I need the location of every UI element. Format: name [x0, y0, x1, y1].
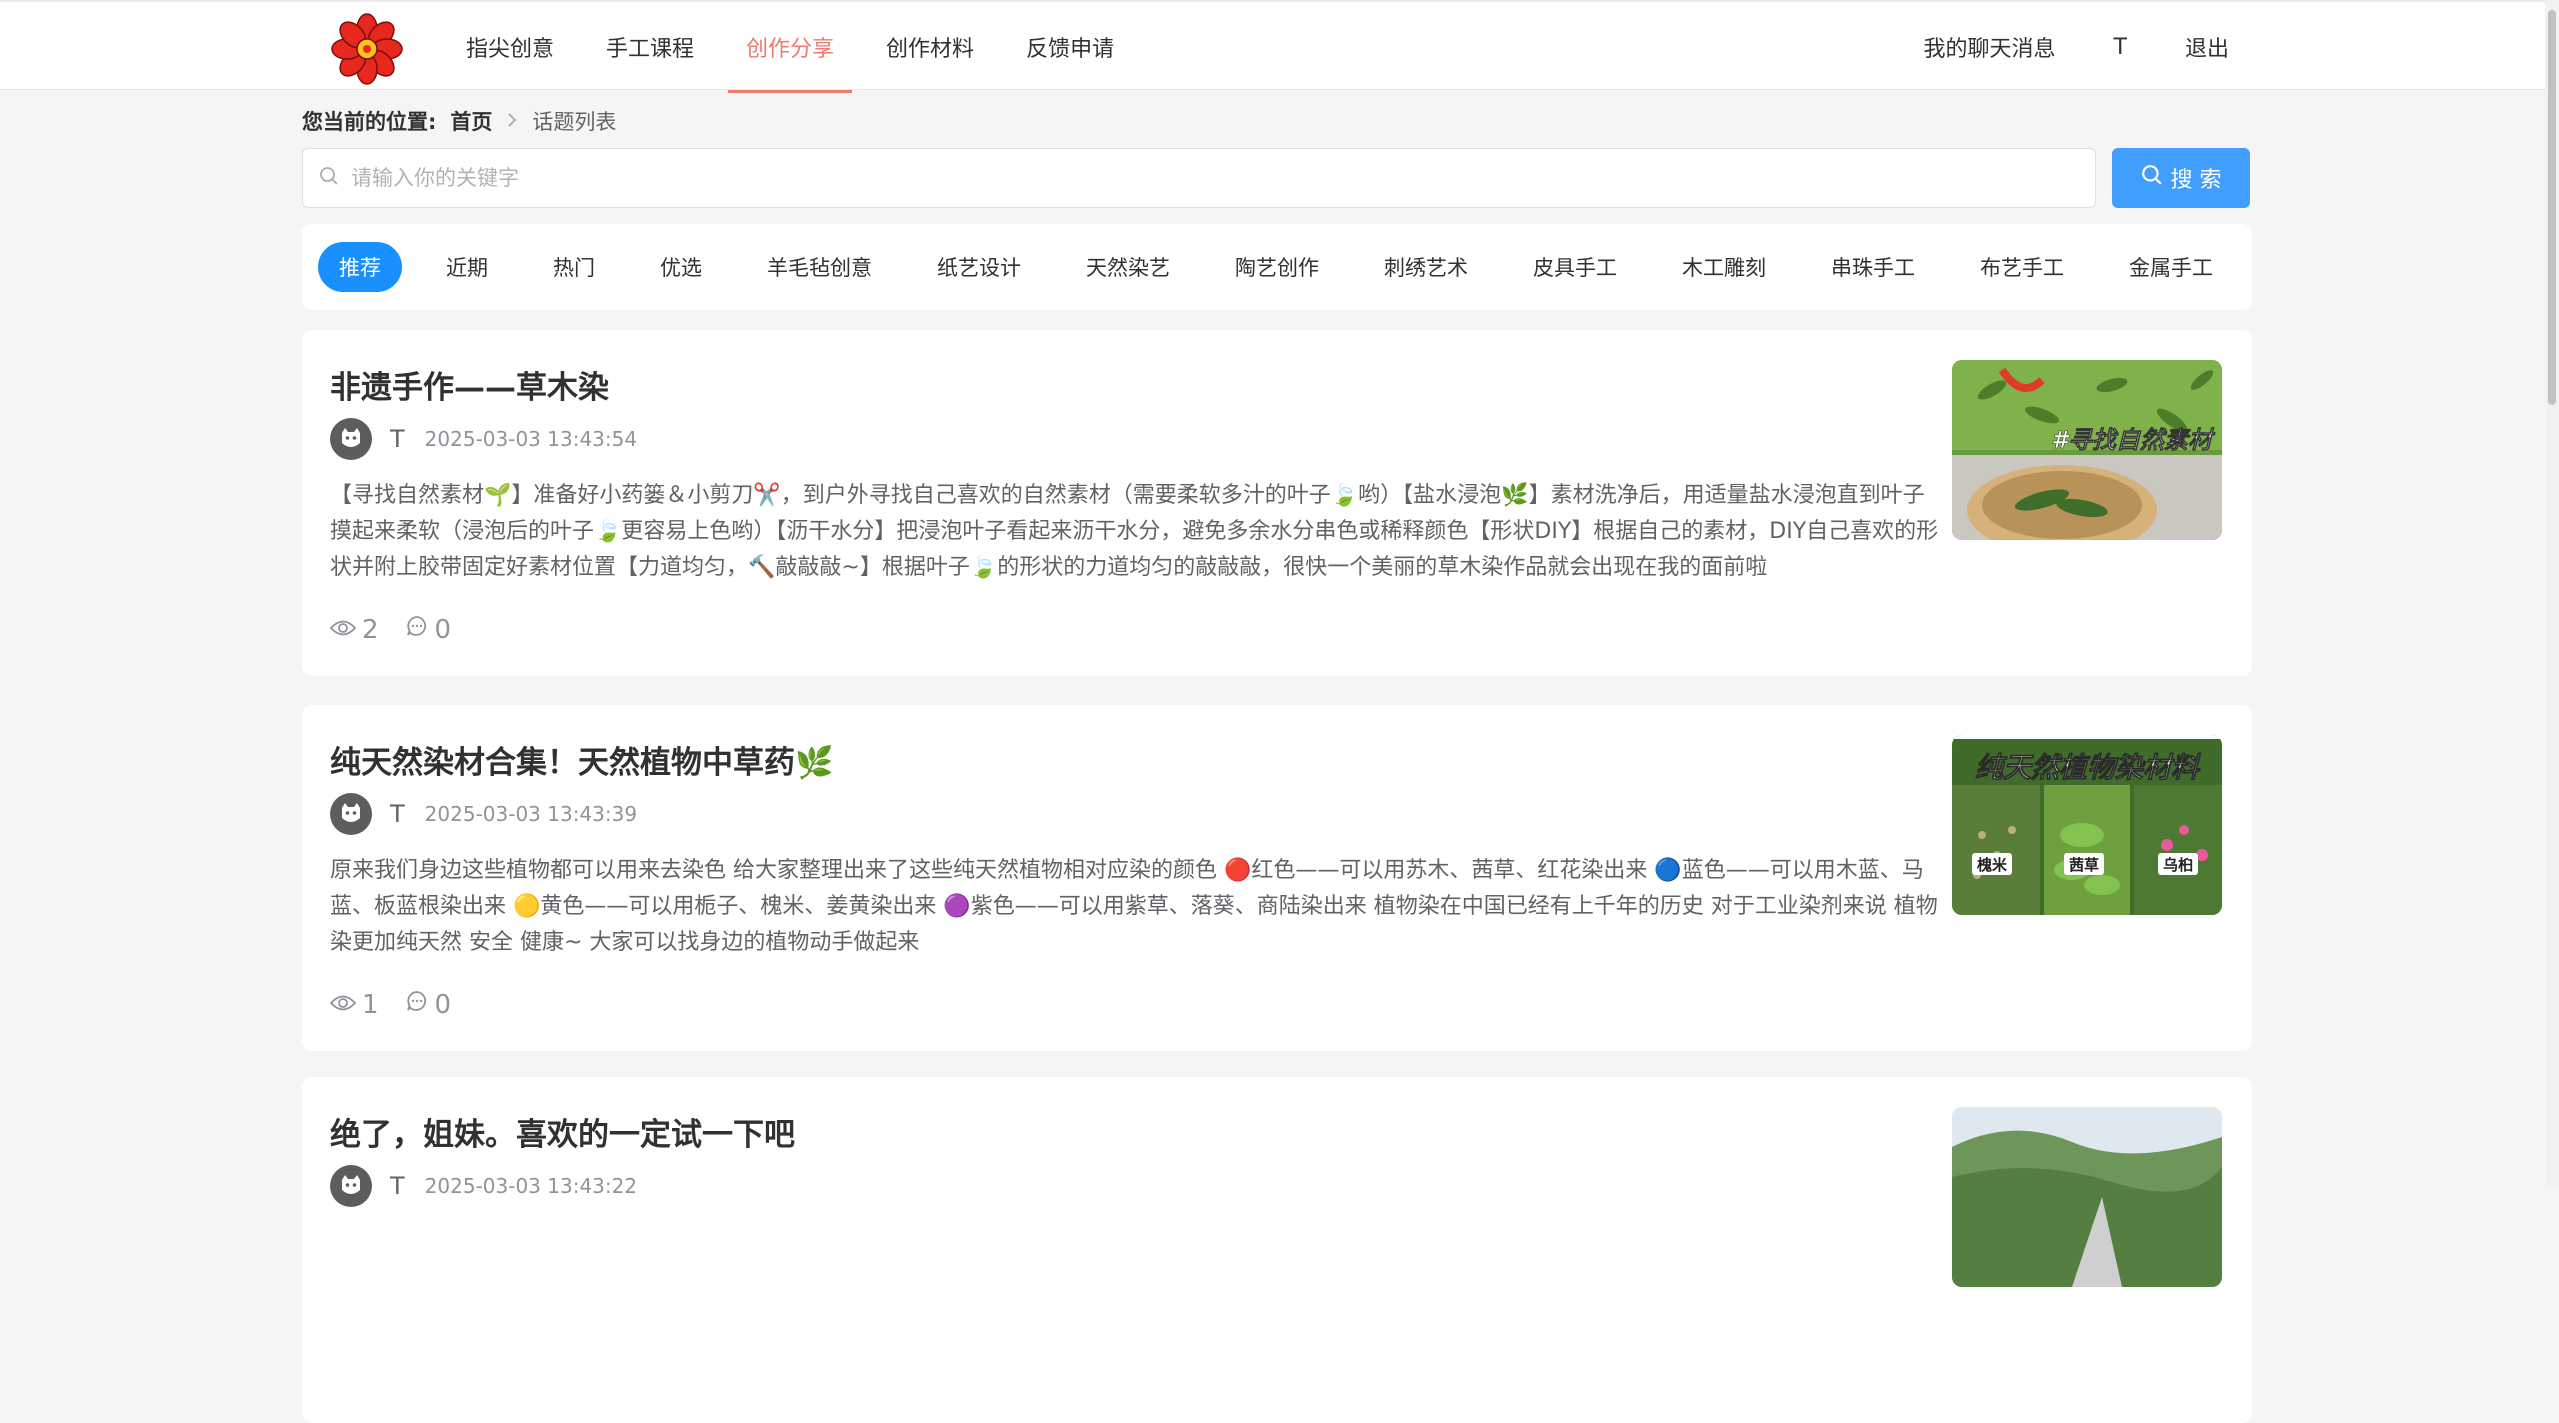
post-thumbnail[interactable] [1952, 1107, 2222, 1287]
tab-pottery[interactable]: 陶艺创作 [1214, 242, 1340, 292]
breadcrumb: 您当前的位置: 首页 话题列表 [302, 106, 616, 136]
post-stats: 1 0 [329, 989, 477, 1020]
scrollbar-thumb[interactable] [2548, 10, 2556, 405]
breadcrumb-label: 您当前的位置: [302, 110, 437, 134]
tab-natural-dye[interactable]: 天然染艺 [1065, 242, 1191, 292]
breadcrumb-home-link[interactable]: 首页 [450, 106, 492, 136]
comments-stat: 0 [405, 989, 452, 1020]
page-scrollbar[interactable] [2545, 0, 2559, 1187]
category-tabs: 推荐 近期 热门 优选 羊毛毡创意 纸艺设计 天然染艺 陶艺创作 刺绣艺术 皮具… [302, 224, 2252, 310]
post-author[interactable]: T [390, 800, 405, 828]
comment-icon [405, 989, 435, 1020]
tab-selected[interactable]: 优选 [639, 242, 723, 292]
thumbnail-caption: #寻找自然素材 [2051, 426, 2216, 454]
comments-count: 0 [434, 989, 452, 1020]
search-button[interactable]: 搜 索 [2112, 148, 2250, 208]
tab-beading[interactable]: 串珠手工 [1810, 242, 1936, 292]
logout-link[interactable]: 退出 [2185, 31, 2229, 63]
breadcrumb-current: 话题列表 [532, 110, 617, 134]
nav-item-creation-materials[interactable]: 创作材料 [868, 2, 992, 92]
logo-flower-icon[interactable] [330, 12, 404, 86]
post-stats: 2 0 [329, 614, 477, 645]
post-time: 2025-03-03 13:43:39 [424, 802, 638, 826]
post-excerpt: 【寻找自然素材🌱】准备好小药篓＆小剪刀✂️，到户外寻找自己喜欢的自然素材（需要柔… [330, 483, 1939, 580]
comment-icon [405, 614, 435, 645]
nav-right: 我的聊天消息 T 退出 [1866, 2, 2229, 92]
eye-icon [329, 990, 362, 1020]
post-time: 2025-03-03 13:43:22 [424, 1174, 638, 1198]
nav-item-handcraft-courses[interactable]: 手工课程 [588, 2, 712, 92]
tab-hot[interactable]: 热门 [532, 242, 616, 292]
post-thumbnail[interactable]: 纯天然植物染材料 槐米 茜草 乌桕 [1952, 735, 2222, 915]
post-title[interactable]: 绝了，姐妹。喜欢的一定试一下吧 [330, 1109, 795, 1154]
tab-recent[interactable]: 近期 [425, 242, 509, 292]
post-card[interactable]: 非遗手作——草木染 T 2025-03-03 13:43:54 【寻找自然素材🌱… [302, 330, 2252, 676]
thumbnail-label: 槐米 [1976, 856, 2008, 874]
tab-paper-art[interactable]: 纸艺设计 [916, 242, 1042, 292]
tab-leather[interactable]: 皮具手工 [1512, 242, 1638, 292]
avatar [330, 1165, 372, 1207]
tab-wool-felt[interactable]: 羊毛毡创意 [746, 242, 893, 292]
search-box [302, 148, 2096, 208]
views-count: 1 [362, 989, 379, 1020]
comments-count: 0 [434, 614, 452, 645]
chat-messages-link[interactable]: 我的聊天消息 [1924, 31, 2056, 63]
thumbnail-label: 茜草 [2069, 856, 2099, 874]
search-button-icon [2141, 164, 2171, 192]
views-stat: 1 [329, 989, 379, 1020]
post-card[interactable]: 纯天然染材合集！天然植物中草药🌿 T 2025-03-03 13:43:39 原… [302, 705, 2252, 1051]
top-navbar: 指尖创意 手工课程 创作分享 创作材料 反馈申请 我的聊天消息 T 退出 [0, 0, 2559, 93]
breadcrumb-chevron-icon [506, 109, 518, 133]
nav-item-feedback[interactable]: 反馈申请 [1008, 2, 1132, 92]
thumbnail-caption: 纯天然植物染材料 [1975, 751, 2201, 784]
post-author[interactable]: T [390, 425, 405, 453]
main-nav: 指尖创意 手工课程 创作分享 创作材料 反馈申请 [448, 2, 1148, 93]
search-input[interactable] [351, 166, 2051, 190]
views-stat: 2 [329, 614, 379, 645]
tab-fabric[interactable]: 布艺手工 [1959, 242, 2085, 292]
post-time: 2025-03-03 13:43:54 [424, 427, 638, 451]
search-icon [319, 166, 339, 190]
views-count: 2 [362, 614, 379, 645]
comments-stat: 0 [405, 614, 452, 645]
avatar [330, 793, 372, 835]
post-author[interactable]: T [390, 1172, 405, 1200]
post-title[interactable]: 非遗手作——草木染 [330, 362, 609, 407]
user-name-link[interactable]: T [2114, 35, 2127, 60]
post-title[interactable]: 纯天然染材合集！天然植物中草药🌿 [330, 737, 834, 782]
avatar [330, 418, 372, 460]
nav-item-fingertip-creativity[interactable]: 指尖创意 [448, 2, 572, 92]
post-card[interactable]: 绝了，姐妹。喜欢的一定试一下吧 T 2025-03-03 13:43:22 [302, 1077, 2252, 1423]
post-meta: T 2025-03-03 13:43:39 [330, 793, 637, 835]
post-excerpt: 原来我们身边这些植物都可以用来去染色 给大家整理出来了这些纯天然植物相对应染的颜… [330, 858, 1938, 955]
tab-woodcarving[interactable]: 木工雕刻 [1661, 242, 1787, 292]
tab-embroidery[interactable]: 刺绣艺术 [1363, 242, 1489, 292]
search-button-label: 搜 索 [2170, 168, 2222, 193]
post-meta: T 2025-03-03 13:43:54 [330, 418, 637, 460]
eye-icon [329, 615, 362, 645]
thumbnail-label: 乌桕 [2163, 856, 2193, 874]
tab-recommended[interactable]: 推荐 [318, 242, 402, 292]
tab-metal[interactable]: 金属手工 [2108, 242, 2234, 292]
post-thumbnail[interactable]: #寻找自然素材 [1952, 360, 2222, 540]
nav-item-creation-share[interactable]: 创作分享 [728, 2, 853, 93]
post-meta: T 2025-03-03 13:43:22 [330, 1165, 637, 1207]
